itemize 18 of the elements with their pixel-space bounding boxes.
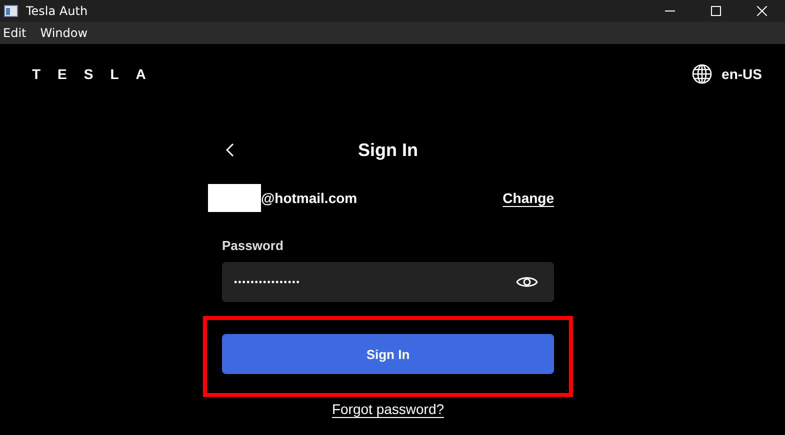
password-label: Password <box>222 238 284 253</box>
logo[interactable]: TESLA <box>32 66 163 82</box>
language-button[interactable]: en-US <box>692 64 762 84</box>
email-text: @hotmail.com <box>261 190 358 206</box>
menu-item[interactable]: Edit <box>0 26 30 40</box>
chevron-left-icon <box>226 143 234 157</box>
window-title: Tesla Auth <box>26 4 89 18</box>
page-title: Sign In <box>358 140 418 160</box>
change-link[interactable]: Change <box>502 190 554 206</box>
app-icon <box>4 5 18 17</box>
password-field[interactable]: •••••••••••••••• <box>222 262 554 302</box>
sign-in-button[interactable]: Sign In <box>222 334 554 374</box>
forgot-password-link[interactable]: Forgot password? <box>332 401 444 417</box>
eye-icon[interactable] <box>516 274 538 290</box>
maximize-icon <box>711 6 721 16</box>
globe-icon <box>692 64 712 84</box>
menu-item[interactable]: Window <box>37 26 91 40</box>
close-icon <box>757 6 767 16</box>
